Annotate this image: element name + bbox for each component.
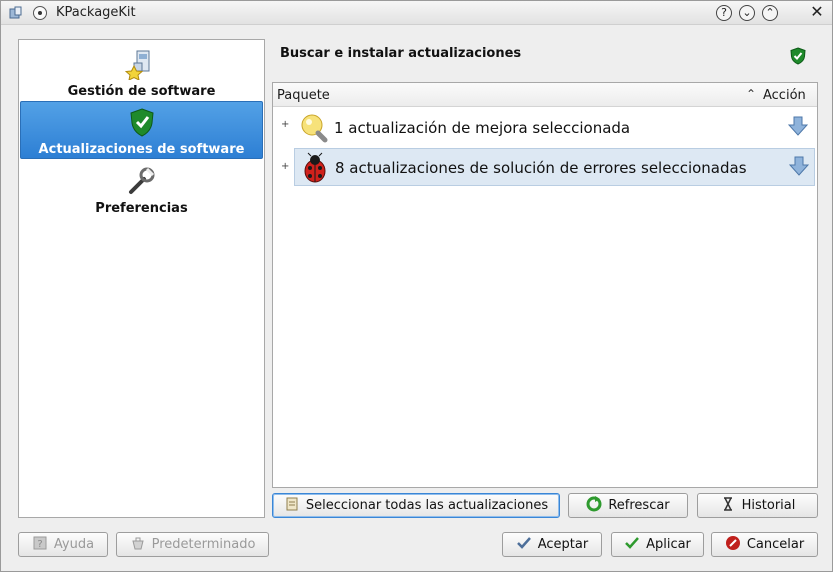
hourglass-icon [723, 497, 732, 511]
kpackagekit-window: KPackageKit ? ⌄ ⌃ ✕ Gestión de software … [0, 0, 833, 572]
sidebar-item-label: Actualizaciones de software [38, 142, 245, 157]
tree-header: Paquete ⌃ Acción [273, 83, 817, 107]
button-label: Refrescar [608, 498, 670, 513]
checkmark-icon [625, 537, 640, 549]
cancel-icon [725, 536, 740, 550]
ladybug-icon [304, 152, 326, 183]
help-window-button[interactable]: ? [716, 5, 732, 21]
defaults-button[interactable]: Predeterminado [116, 532, 269, 557]
list-item[interactable]: 1 actualización de mejora seleccionada [294, 109, 815, 147]
button-label: Aplicar [646, 537, 691, 552]
title-bar: KPackageKit ? ⌄ ⌃ ✕ [1, 1, 832, 25]
arrow-down-icon[interactable] [788, 115, 808, 137]
shield-check-icon [790, 47, 806, 65]
arrow-down-icon[interactable] [789, 155, 809, 177]
pin-button[interactable] [33, 6, 47, 20]
help-icon: ? [33, 536, 47, 550]
app-icon[interactable] [8, 5, 24, 21]
sort-indicator-icon: ⌃ [746, 87, 757, 101]
shield-check-icon [130, 108, 154, 137]
refresh-icon [586, 496, 602, 512]
refresh-button[interactable]: Refrescar [568, 493, 688, 518]
column-header-package[interactable]: Paquete [277, 88, 330, 103]
sidebar-item-software-management[interactable]: Gestión de software [20, 44, 263, 102]
restore-defaults-icon [131, 537, 144, 550]
select-all-updates-button[interactable]: Seleccionar todas las actualizaciones [272, 493, 560, 518]
button-label: Aceptar [537, 537, 589, 552]
window-title: KPackageKit [56, 5, 136, 20]
lightbulb-icon [301, 114, 328, 143]
maximize-button[interactable]: ⌃ [762, 5, 778, 21]
updates-tree: Paquete ⌃ Acción + 1 actualización de me… [272, 82, 818, 488]
sidebar-item-label: Gestión de software [67, 84, 216, 99]
button-label: Historial [741, 498, 796, 513]
row-text: 1 actualización de mejora seleccionada [334, 119, 631, 137]
button-label: Cancelar [746, 537, 805, 552]
sidebar-item-preferences[interactable]: Preferencias [20, 161, 263, 219]
software-management-icon [125, 50, 150, 80]
apply-button[interactable]: Aplicar [611, 532, 704, 557]
column-header-action[interactable]: Acción [763, 88, 806, 103]
sidebar-item-software-updates[interactable]: Actualizaciones de software [20, 101, 263, 159]
close-button[interactable]: ✕ [809, 4, 825, 20]
history-button[interactable]: Historial [697, 493, 818, 518]
list-item[interactable]: 8 actualizaciones de solución de errores… [294, 148, 815, 186]
wrench-icon [129, 167, 155, 194]
ok-button[interactable]: Aceptar [502, 532, 602, 557]
select-all-icon [286, 497, 298, 511]
row-text: 8 actualizaciones de solución de errores… [335, 159, 747, 177]
button-label: Predeterminado [151, 537, 256, 552]
sidebar-item-label: Preferencias [95, 201, 188, 216]
expand-toggle[interactable]: + [281, 119, 289, 130]
cancel-button[interactable]: Cancelar [711, 532, 818, 557]
page-title: Buscar e instalar actualizaciones [280, 46, 522, 61]
expand-toggle[interactable]: + [281, 161, 289, 172]
checkmark-icon [516, 537, 531, 549]
help-button[interactable]: ? Ayuda [18, 532, 108, 557]
svg-text:?: ? [37, 539, 42, 550]
sidebar: Gestión de software Actualizaciones de s… [18, 39, 265, 518]
button-label: Seleccionar todas las actualizaciones [305, 498, 549, 513]
minimize-button[interactable]: ⌄ [739, 5, 755, 21]
button-label: Ayuda [53, 537, 95, 552]
